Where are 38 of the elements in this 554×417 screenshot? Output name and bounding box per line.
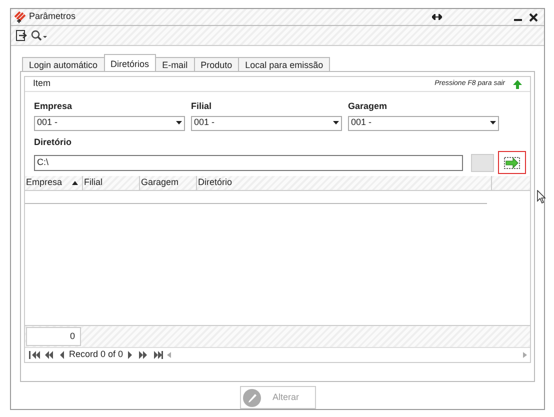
- previous-page-icon[interactable]: [43, 350, 55, 360]
- tab[interactable]: E-mail: [155, 57, 195, 71]
- last-record-icon[interactable]: [152, 350, 164, 360]
- field-label: Garagem: [348, 100, 388, 113]
- next-page-icon[interactable]: [137, 350, 150, 360]
- dropdown-field[interactable]: 001 -: [34, 116, 185, 130]
- search-icon[interactable]: [31, 30, 47, 41]
- dropdown-field[interactable]: 001 -: [191, 116, 342, 130]
- directory-field[interactable]: C:\: [34, 154, 464, 170]
- field-label: Diretório: [34, 136, 73, 148]
- column-header[interactable]: Garagem: [140, 176, 197, 190]
- column-header[interactable]: Filial: [83, 176, 140, 190]
- resize-icon[interactable]: [432, 14, 442, 20]
- arrow-icon: [504, 156, 520, 168]
- caret-icon: [490, 121, 496, 125]
- pencil-icon: [242, 388, 260, 406]
- panel-header: Item: [33, 77, 51, 90]
- caret-icon: [333, 121, 339, 125]
- go-button[interactable]: [498, 151, 526, 174]
- next-record-icon[interactable]: [126, 350, 134, 360]
- summary-cell: 0: [26, 327, 81, 346]
- first-record-icon[interactable]: [28, 350, 40, 360]
- tab[interactable]: Local para emissão: [238, 57, 330, 71]
- dropdown-field[interactable]: 001 -: [348, 116, 499, 130]
- exit-icon[interactable]: [16, 30, 27, 41]
- column-header[interactable]: Diretório: [197, 176, 492, 190]
- caret-icon: [176, 121, 182, 125]
- tab[interactable]: Produto: [194, 57, 240, 71]
- field-label: Empresa: [34, 100, 74, 113]
- app-logo-icon: [14, 10, 27, 24]
- close-icon[interactable]: [529, 12, 538, 22]
- field-label: Filial: [191, 100, 213, 113]
- record-counter: Record 0 of 0: [69, 348, 124, 362]
- previous-record-icon[interactable]: [58, 350, 66, 360]
- column-header[interactable]: Empresa: [25, 176, 83, 190]
- window-title: Parâmetros: [29, 10, 76, 24]
- up-arrow-icon[interactable]: [513, 80, 522, 88]
- tab[interactable]: Login automático: [22, 57, 105, 71]
